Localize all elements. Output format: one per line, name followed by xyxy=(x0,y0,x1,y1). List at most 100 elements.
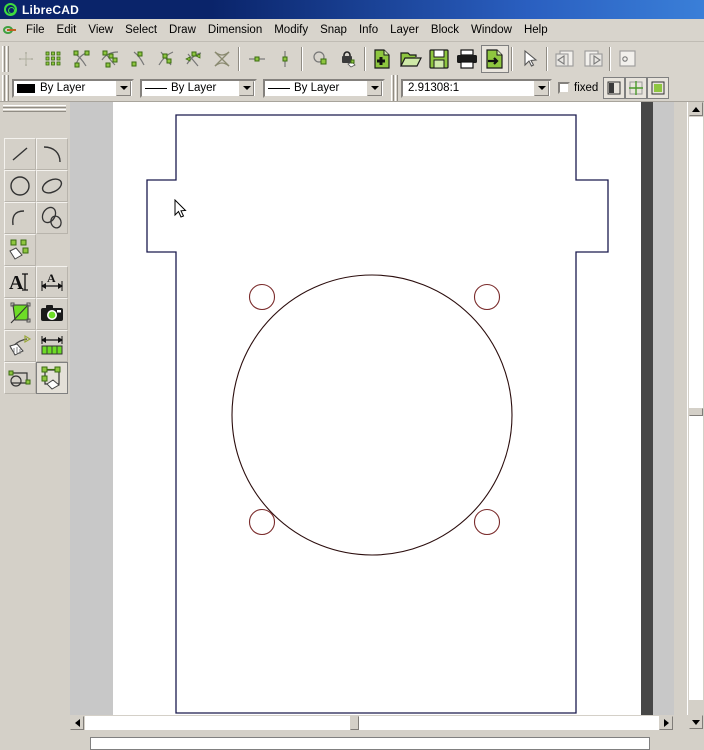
toolbar-grip[interactable] xyxy=(2,45,9,72)
snap-grid-icon[interactable] xyxy=(40,45,68,73)
chevron-down-icon[interactable] xyxy=(239,80,254,96)
window-title: LibreCAD xyxy=(22,2,79,17)
command-line-input[interactable] xyxy=(90,737,650,750)
attributes-toolbar-grip[interactable] xyxy=(2,75,9,101)
restrict-vertical-icon[interactable] xyxy=(271,45,299,73)
svg-text:A: A xyxy=(47,271,56,285)
librecad-logo-icon xyxy=(4,3,17,16)
cad-canvas[interactable] xyxy=(70,102,674,715)
zoom-previous-icon[interactable] xyxy=(625,77,648,99)
line-width-preview xyxy=(145,84,167,93)
line-type-preview xyxy=(268,84,290,93)
lock-relative-zero-icon[interactable] xyxy=(334,45,362,73)
color-selector[interactable]: By Layer xyxy=(12,78,134,98)
center-bore-circle xyxy=(231,274,513,556)
chevron-down-icon[interactable] xyxy=(116,80,131,96)
undo-icon[interactable] xyxy=(551,45,579,73)
zoom-scale-value: 2.91308:1 xyxy=(408,82,460,94)
line-type-selector-value: By Layer xyxy=(294,82,340,94)
snap-center-icon[interactable] xyxy=(124,45,152,73)
tool-palette-grid: A A xyxy=(4,138,68,394)
draw-polyline-icon[interactable] xyxy=(36,202,68,234)
toolbar-separator xyxy=(511,46,514,71)
block-icon[interactable] xyxy=(4,362,36,394)
select-pointer-icon[interactable] xyxy=(516,45,544,73)
zoom-window-icon[interactable] xyxy=(603,77,626,99)
zoom-scale-combo[interactable]: 2.91308:1 xyxy=(401,78,552,98)
zoom-auto-icon[interactable] xyxy=(647,77,670,99)
fixed-scale-checkbox[interactable] xyxy=(558,82,570,94)
scroll-left-button[interactable] xyxy=(70,716,84,730)
info-measure-icon[interactable] xyxy=(36,330,68,362)
menu-snap[interactable]: Snap xyxy=(314,22,353,38)
draw-text-icon[interactable]: A xyxy=(4,266,36,298)
menu-layer[interactable]: Layer xyxy=(384,22,425,38)
redo-icon[interactable] xyxy=(579,45,607,73)
draw-circle-icon[interactable] xyxy=(4,170,36,202)
scroll-up-button[interactable] xyxy=(689,102,703,116)
print-preview-icon[interactable] xyxy=(481,44,509,73)
hatch-icon[interactable] xyxy=(4,298,36,330)
line-width-selector-value: By Layer xyxy=(171,82,217,94)
menu-file[interactable]: File xyxy=(20,22,51,38)
mouse-cursor xyxy=(174,199,187,218)
cut-icon[interactable] xyxy=(614,45,642,73)
drawing-entities xyxy=(146,114,609,714)
palette-empty-slot xyxy=(36,234,68,266)
horizontal-scrollbar-track[interactable] xyxy=(85,716,659,730)
line-width-selector[interactable]: By Layer xyxy=(140,78,257,98)
view-toolbar-grip[interactable] xyxy=(391,75,398,101)
menu-dimension[interactable]: Dimension xyxy=(202,22,268,38)
bolt-hole-top-right xyxy=(473,283,501,311)
menu-bar: File Edit View Select Draw Dimension Mod… xyxy=(0,19,704,42)
image-icon[interactable] xyxy=(36,298,68,330)
menu-select[interactable]: Select xyxy=(119,22,163,38)
snap-endpoint-icon[interactable] xyxy=(68,45,96,73)
draw-spline-icon[interactable] xyxy=(4,202,36,234)
menu-draw[interactable]: Draw xyxy=(163,22,202,38)
toolbar-separator xyxy=(238,46,241,71)
menu-edit[interactable]: Edit xyxy=(51,22,83,38)
toolbar-separator xyxy=(301,46,304,71)
bolt-hole-bottom-left xyxy=(248,508,276,536)
print-icon[interactable] xyxy=(453,45,481,73)
menu-help[interactable]: Help xyxy=(518,22,554,38)
horizontal-scrollbar-thumb[interactable] xyxy=(350,716,359,730)
plate-outline xyxy=(146,114,609,714)
draw-line-icon[interactable] xyxy=(4,138,36,170)
menu-view[interactable]: View xyxy=(82,22,119,38)
modify-icon[interactable] xyxy=(4,330,36,362)
dimension-icon[interactable]: A xyxy=(36,266,68,298)
menu-modify[interactable]: Modify xyxy=(268,22,314,38)
fixed-scale-label: fixed xyxy=(574,82,599,94)
menu-info[interactable]: Info xyxy=(353,22,384,38)
new-file-icon[interactable] xyxy=(369,45,397,73)
snap-distance-icon[interactable] xyxy=(180,45,208,73)
snap-free-icon[interactable] xyxy=(12,45,40,73)
snap-middle-icon[interactable] xyxy=(152,45,180,73)
tool-palette: A A xyxy=(0,102,70,715)
draw-arc-icon[interactable] xyxy=(36,138,68,170)
horizontal-scrollbar[interactable] xyxy=(70,715,674,731)
tool-palette-grip[interactable] xyxy=(3,105,66,112)
scroll-down-button[interactable] xyxy=(689,715,703,729)
edit-block-icon[interactable] xyxy=(36,362,68,394)
menu-window[interactable]: Window xyxy=(465,22,518,38)
snap-intersection-icon[interactable] xyxy=(208,45,236,73)
restrict-horizontal-icon[interactable] xyxy=(243,45,271,73)
relative-zero-icon[interactable] xyxy=(306,45,334,73)
snap-entity-icon[interactable] xyxy=(96,45,124,73)
menu-block[interactable]: Block xyxy=(425,22,465,38)
open-file-icon[interactable] xyxy=(397,45,425,73)
vertical-scrollbar-thumb[interactable] xyxy=(689,408,703,416)
chevron-down-icon[interactable] xyxy=(534,80,549,96)
draw-ellipse-icon[interactable] xyxy=(36,170,68,202)
chevron-down-icon[interactable] xyxy=(367,80,382,96)
draw-select-points-icon[interactable] xyxy=(4,234,36,266)
save-file-icon[interactable] xyxy=(425,45,453,73)
main-toolbar xyxy=(0,42,704,76)
scroll-right-button[interactable] xyxy=(659,716,673,730)
drawing-area-container xyxy=(70,102,704,750)
vertical-scrollbar[interactable] xyxy=(687,102,704,715)
line-type-selector[interactable]: By Layer xyxy=(263,78,385,98)
